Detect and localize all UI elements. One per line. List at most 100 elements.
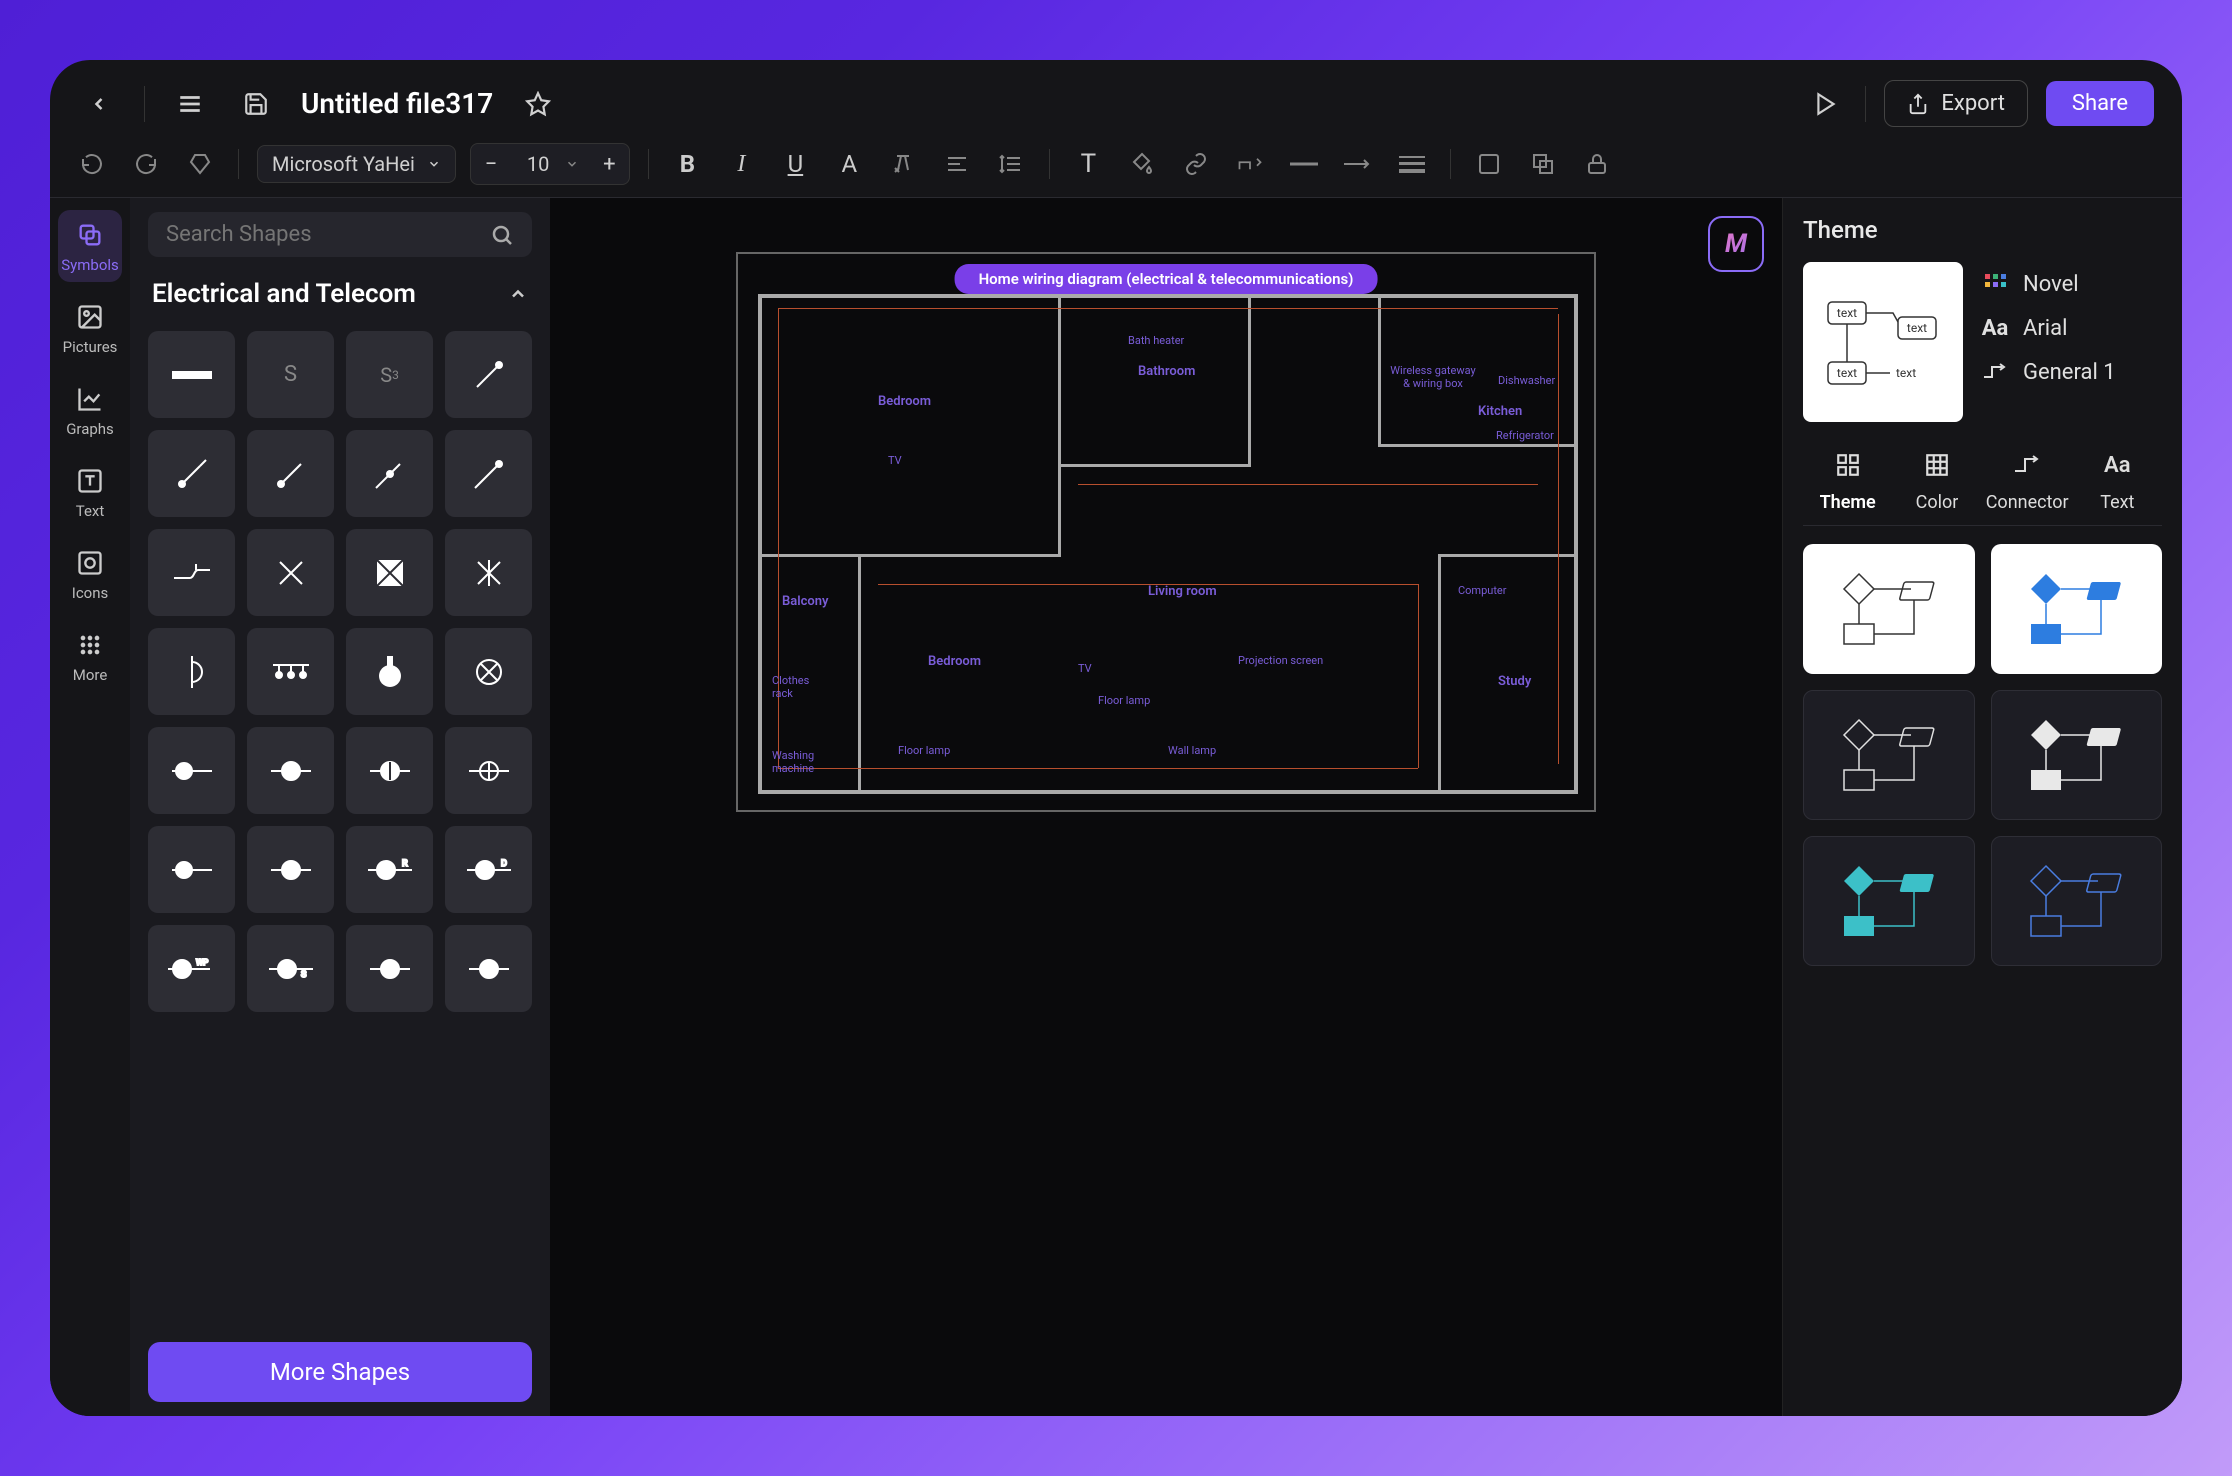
- text-tool-button[interactable]: T: [1068, 144, 1108, 184]
- annot-gateway: Wireless gateway & wiring box: [1388, 364, 1478, 390]
- wall: [858, 554, 861, 790]
- theme-preset-5[interactable]: [1803, 836, 1975, 966]
- share-button[interactable]: Share: [2046, 81, 2154, 126]
- theme-preset-2[interactable]: [1991, 544, 2163, 674]
- shape-bulb[interactable]: [346, 628, 433, 715]
- annot-washing-machine: Washing machine: [772, 749, 827, 775]
- menu-button[interactable]: [169, 83, 211, 125]
- shape-switch-s[interactable]: S: [247, 331, 334, 418]
- theme-preset-3[interactable]: [1803, 690, 1975, 820]
- search-input[interactable]: [166, 222, 490, 247]
- shape-cross-1[interactable]: [247, 529, 334, 616]
- tab-color[interactable]: Color: [1892, 440, 1981, 519]
- rail-symbols[interactable]: Symbols: [58, 210, 122, 282]
- theme-preset-4[interactable]: [1991, 690, 2163, 820]
- line-height-button[interactable]: [991, 144, 1031, 184]
- undo-button[interactable]: [72, 144, 112, 184]
- shape-grid: S S3 R: [148, 331, 532, 1012]
- theme-preset-6[interactable]: [1991, 836, 2163, 966]
- line-weight-button[interactable]: [1392, 144, 1432, 184]
- rail-more[interactable]: More: [58, 620, 122, 692]
- fill-button[interactable]: [1122, 144, 1162, 184]
- shape-outline-button[interactable]: [1469, 144, 1509, 184]
- floorplan-diagram[interactable]: Home wiring diagram (electrical & teleco…: [736, 252, 1596, 812]
- theme-preset-1[interactable]: [1803, 544, 1975, 674]
- clear-format-button[interactable]: [883, 144, 923, 184]
- format-toolbar: Microsoft YaHei − 10 + B I U A T: [50, 135, 2182, 198]
- shape-lights-row[interactable]: [247, 628, 334, 715]
- wall: [1438, 554, 1577, 557]
- rail-icons[interactable]: Icons: [58, 538, 122, 610]
- link-button[interactable]: [1176, 144, 1216, 184]
- shape-wall[interactable]: [148, 331, 235, 418]
- shape-node-5[interactable]: [445, 430, 532, 517]
- shape-light-3[interactable]: [346, 727, 433, 814]
- shape-arc[interactable]: [148, 628, 235, 715]
- play-button[interactable]: [1805, 83, 1847, 125]
- shape-node-1[interactable]: [445, 331, 532, 418]
- font-size-dropdown[interactable]: [565, 157, 589, 171]
- connector-style-button[interactable]: [1230, 144, 1270, 184]
- file-title[interactable]: Untitled file317: [301, 87, 493, 120]
- search-shapes[interactable]: [148, 212, 532, 257]
- shape-node-4[interactable]: [346, 430, 433, 517]
- shape-light-6[interactable]: [247, 826, 334, 913]
- canvas[interactable]: M Home wiring diagram (electrical & tele…: [550, 198, 1782, 1416]
- favorite-button[interactable]: [517, 83, 559, 125]
- align-button[interactable]: [937, 144, 977, 184]
- rail-graphs[interactable]: Graphs: [58, 374, 122, 446]
- font-color-button[interactable]: A: [829, 144, 869, 184]
- format-painter-button[interactable]: [180, 144, 220, 184]
- shape-light-r[interactable]: R: [346, 826, 433, 913]
- tab-label: Theme: [1820, 492, 1876, 513]
- shape-light-7[interactable]: [346, 925, 433, 1012]
- ai-badge[interactable]: M: [1708, 216, 1764, 272]
- shape-light-2[interactable]: [247, 727, 334, 814]
- line-style-button[interactable]: [1284, 144, 1324, 184]
- wire: [778, 308, 1558, 309]
- rail-pictures[interactable]: Pictures: [58, 292, 122, 364]
- shape-switch-s3[interactable]: S3: [346, 331, 433, 418]
- shape-node-2[interactable]: [148, 430, 235, 517]
- lock-button[interactable]: [1577, 144, 1617, 184]
- section-header[interactable]: Electrical and Telecom: [148, 273, 532, 315]
- shape-tap[interactable]: [148, 529, 235, 616]
- tab-connector[interactable]: Connector: [1982, 440, 2073, 519]
- shape-light-8[interactable]: [445, 925, 532, 1012]
- font-family-select[interactable]: Microsoft YaHei: [257, 145, 456, 183]
- arrow-style-button[interactable]: [1338, 144, 1378, 184]
- save-button[interactable]: [235, 83, 277, 125]
- shape-light-5[interactable]: [148, 826, 235, 913]
- font-size-decrease[interactable]: −: [471, 144, 511, 184]
- theme-preview-card[interactable]: text text text text: [1803, 262, 1963, 422]
- shape-light-s[interactable]: S: [247, 925, 334, 1012]
- shape-light-1[interactable]: [148, 727, 235, 814]
- shape-node-3[interactable]: [247, 430, 334, 517]
- bold-button[interactable]: B: [667, 144, 707, 184]
- shape-light-4[interactable]: [445, 727, 532, 814]
- shape-outlet-x[interactable]: [445, 628, 532, 715]
- search-icon: [490, 223, 514, 247]
- font-size-value[interactable]: 10: [511, 152, 565, 176]
- tab-theme[interactable]: Theme: [1803, 440, 1892, 519]
- svg-text:text: text: [1896, 366, 1916, 380]
- app-window: Untitled file317 Export Share Microsoft …: [50, 60, 2182, 1416]
- group-button[interactable]: [1523, 144, 1563, 184]
- shape-light-d[interactable]: D: [445, 826, 532, 913]
- shape-box-cross[interactable]: [346, 529, 433, 616]
- svg-text:R: R: [402, 859, 408, 869]
- rail-text[interactable]: Text: [58, 456, 122, 528]
- tab-text[interactable]: Aa Text: [2073, 440, 2162, 519]
- shape-light-wp[interactable]: WP: [148, 925, 235, 1012]
- italic-button[interactable]: I: [721, 144, 761, 184]
- font-size-increase[interactable]: +: [589, 144, 629, 184]
- annot-tv-1: TV: [888, 454, 902, 467]
- image-icon: [73, 300, 107, 334]
- underline-button[interactable]: U: [775, 144, 815, 184]
- back-button[interactable]: [78, 83, 120, 125]
- more-shapes-button[interactable]: More Shapes: [148, 1342, 532, 1402]
- redo-button[interactable]: [126, 144, 166, 184]
- shape-cross-2[interactable]: [445, 529, 532, 616]
- separator: [648, 149, 649, 179]
- export-button[interactable]: Export: [1884, 80, 2028, 127]
